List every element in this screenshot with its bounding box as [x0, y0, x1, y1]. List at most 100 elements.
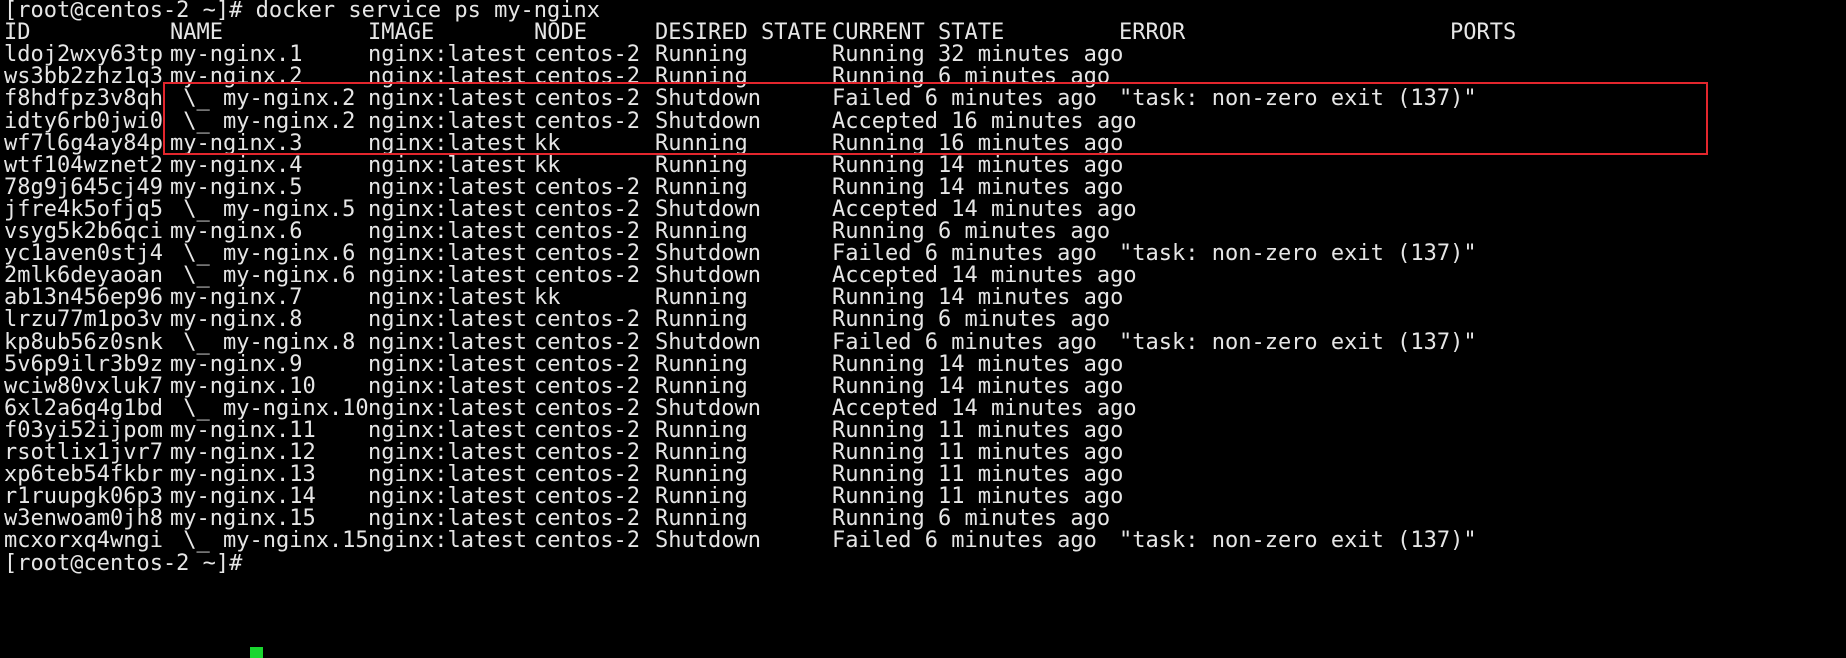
task-error: "task: non-zero exit (137)" — [1119, 528, 1477, 554]
task-name: my-nginx.8 — [170, 307, 303, 333]
task-id: idty6rb0jwi0 — [4, 108, 163, 134]
table-row: ldoj2wxy63tp my-nginx.1 nginx:latest centos… — [0, 44, 1846, 66]
header-current-state: CURRENT STATE — [832, 20, 1005, 46]
task-node: centos-2 — [534, 263, 640, 289]
task-node: centos-2 — [534, 528, 640, 554]
task-desired-state: Running — [655, 42, 748, 68]
task-current-state: Running 11 minutes ago — [832, 484, 1124, 510]
task-id: vsyg5k2b6qci — [4, 219, 163, 244]
task-node: kk — [534, 285, 561, 311]
task-image: nginx:latest — [368, 42, 527, 68]
header-ports: PORTS — [1450, 20, 1517, 46]
task-id: lrzu77m1po3v — [4, 307, 163, 333]
task-node: centos-2 — [534, 196, 640, 222]
task-name: my-nginx.12 — [170, 440, 316, 465]
task-current-state: Failed 6 minutes ago — [832, 528, 1097, 554]
task-name: my-nginx.14 — [170, 484, 316, 510]
task-desired-state: Running — [655, 506, 748, 532]
task-image: nginx:latest — [368, 196, 527, 222]
task-name: my-nginx.7 — [170, 285, 303, 311]
task-image: nginx:latest — [368, 174, 527, 200]
terminal-window[interactable]: [root@centos-2 ~]# docker service ps my-… — [0, 0, 1846, 658]
table-row: wtf104wznet2 my-nginx.4 nginx:latest kk Runn… — [0, 152, 1846, 178]
task-id: jfre4k5ofjq5 — [4, 196, 163, 222]
task-name: \_ my-nginx.6 — [170, 263, 356, 289]
task-node: centos-2 — [534, 241, 640, 267]
task-current-state: Failed 6 minutes ago — [832, 241, 1097, 267]
task-name: \_ my-nginx.15 — [170, 528, 369, 554]
task-current-state: Accepted 14 minutes ago — [832, 263, 1137, 289]
task-current-state: Running 14 minutes ago — [832, 285, 1124, 311]
task-current-state: Running 6 minutes ago — [832, 307, 1111, 333]
table-row: kp8ub56z0snk \_ my-nginx.8 nginx:latest ce… — [0, 329, 1846, 355]
task-current-state: Running 6 minutes ago — [832, 506, 1111, 532]
task-id: f03yi52ijpom — [4, 417, 163, 443]
table-row: mcxorxq4wngi \_ my-nginx.15 nginx:latest c… — [0, 530, 1846, 552]
task-id: 78g9j645cj49 — [4, 174, 163, 200]
table-row: xp6teb54fkbr my-nginx.13 nginx:latest cento… — [0, 464, 1846, 486]
task-node: centos-2 — [534, 174, 640, 200]
header-desired-state: DESIRED STATE — [655, 20, 828, 46]
task-id: wtf104wznet2 — [4, 152, 163, 178]
task-id: mcxorxq4wngi — [4, 528, 163, 554]
task-image: nginx:latest — [368, 219, 527, 244]
table-row: vsyg5k2b6qci my-nginx.6 nginx:latest centos… — [0, 221, 1846, 243]
task-image: nginx:latest — [368, 152, 527, 178]
task-desired-state: Running — [655, 351, 748, 377]
task-current-state: Running 14 minutes ago — [832, 152, 1124, 178]
task-node: centos-2 — [534, 351, 640, 377]
task-name: my-nginx.15 — [170, 506, 316, 532]
task-name: my-nginx.9 — [170, 351, 303, 377]
task-id: kp8ub56z0snk — [4, 329, 163, 355]
task-current-state: Running 14 minutes ago — [832, 351, 1124, 377]
task-image: nginx:latest — [368, 373, 527, 399]
task-id: wciw80vxluk7 — [4, 373, 163, 399]
header-image: IMAGE — [368, 20, 435, 46]
task-image: nginx:latest — [368, 528, 527, 554]
next-prompt-line: [root@centos-2 ~]# — [0, 550, 1846, 576]
task-desired-state: Running — [655, 440, 748, 465]
task-name: \_ my-nginx.5 — [170, 196, 356, 222]
table-row: w3enwoam0jh8 my-nginx.15 nginx:latest cento… — [0, 508, 1846, 530]
table-row: 2mlk6deyaoan \_ my-nginx.6 nginx:latest ce… — [0, 265, 1846, 287]
task-name: my-nginx.5 — [170, 174, 303, 200]
task-name: my-nginx.10 — [170, 373, 316, 399]
task-id: yc1aven0stj4 — [4, 241, 163, 267]
task-node: centos-2 — [534, 395, 640, 421]
task-name: \_ my-nginx.10 — [170, 395, 369, 421]
task-desired-state: Shutdown — [655, 196, 761, 222]
task-desired-state: Shutdown — [655, 263, 761, 289]
task-desired-state: Running — [655, 307, 748, 333]
header-name: NAME — [170, 20, 223, 46]
task-current-state: Running 11 minutes ago — [832, 417, 1124, 443]
task-name: \_ my-nginx.8 — [170, 329, 356, 355]
table-row: lrzu77m1po3v my-nginx.8 nginx:latest centos… — [0, 309, 1846, 331]
header-error: ERROR — [1119, 20, 1186, 46]
task-error: "task: non-zero exit (137)" — [1119, 329, 1477, 355]
task-name: my-nginx.1 — [170, 42, 303, 68]
highlight-annotation-box — [163, 82, 1708, 155]
task-desired-state: Running — [655, 484, 748, 510]
task-current-state: Running 6 minutes ago — [832, 219, 1111, 244]
task-id: r1ruupgk06p3 — [4, 484, 163, 510]
task-desired-state: Running — [655, 373, 748, 399]
task-desired-state: Running — [655, 152, 748, 178]
task-image: nginx:latest — [368, 440, 527, 465]
task-id: 6xl2a6q4g1bd — [4, 395, 163, 421]
task-id: rsotlix1jvr7 — [4, 440, 163, 465]
task-image: nginx:latest — [368, 484, 527, 510]
table-row: wciw80vxluk7 my-nginx.10 nginx:latest cento… — [0, 373, 1846, 399]
next-prompt-text: [root@centos-2 ~]# — [4, 550, 243, 576]
task-node: centos-2 — [534, 462, 640, 488]
task-name: \_ my-nginx.6 — [170, 241, 356, 267]
task-current-state: Accepted 14 minutes ago — [832, 196, 1137, 222]
task-node: centos-2 — [534, 329, 640, 355]
task-current-state: Running 32 minutes ago — [832, 42, 1124, 68]
task-desired-state: Running — [655, 417, 748, 443]
table-row: jfre4k5ofjq5 \_ my-nginx.5 nginx:latest ce… — [0, 196, 1846, 222]
task-node: kk — [534, 152, 561, 178]
task-node: centos-2 — [534, 42, 640, 68]
task-id: ws3bb2zhz1q3 — [4, 64, 163, 90]
task-name: my-nginx.11 — [170, 417, 316, 443]
task-image: nginx:latest — [368, 241, 527, 267]
